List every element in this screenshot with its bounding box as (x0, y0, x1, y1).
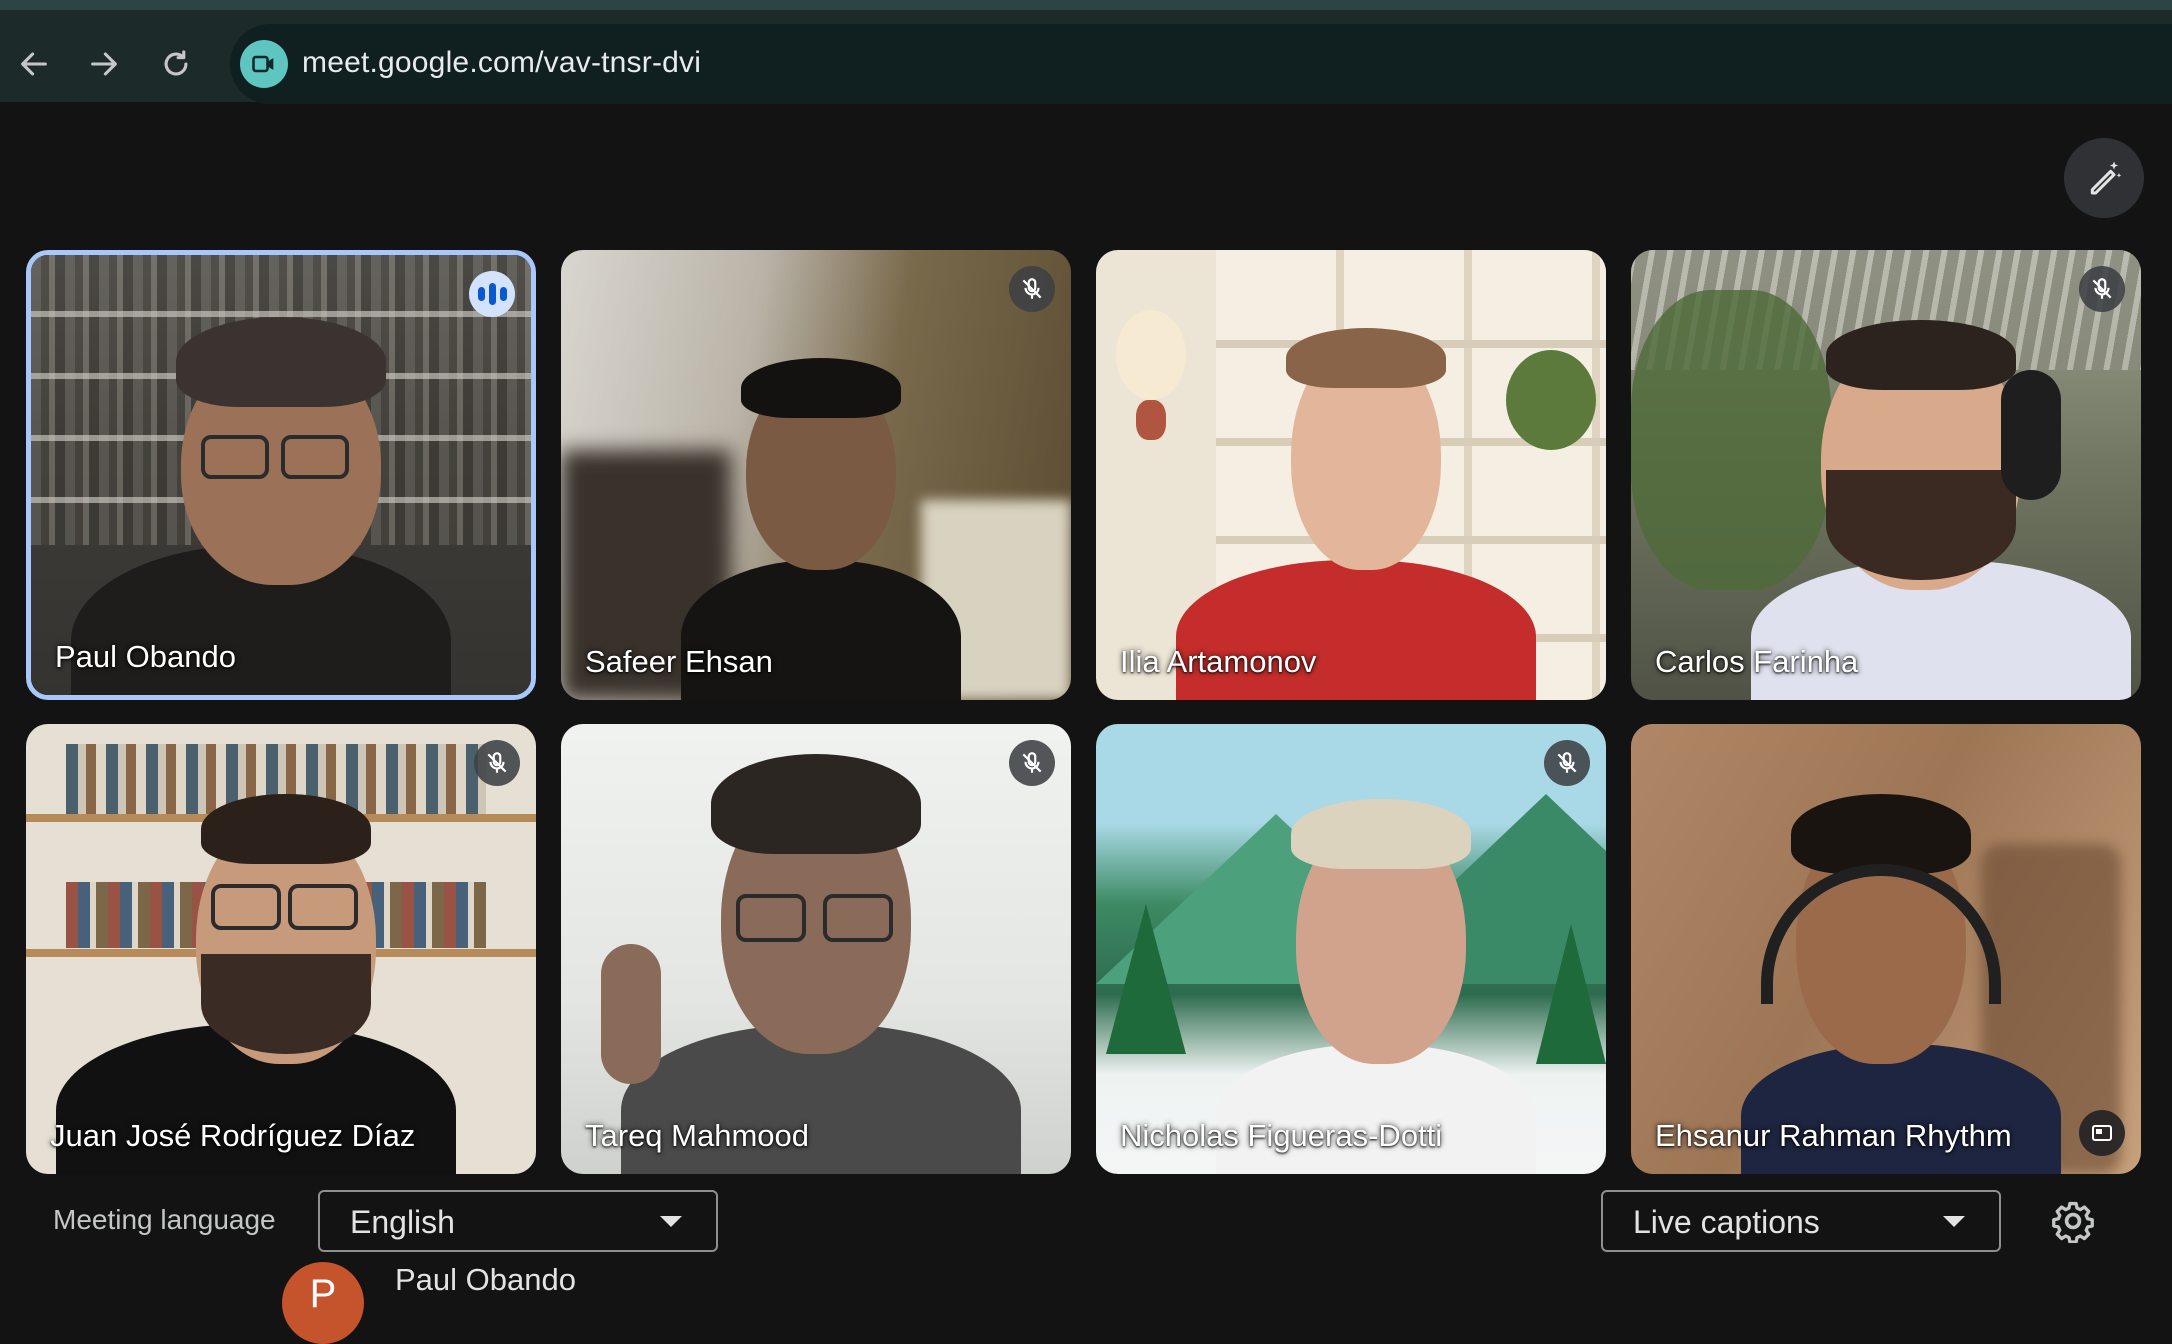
arrow-right-icon (91, 52, 117, 76)
gear-icon (2052, 1201, 2094, 1243)
avatar: P (282, 1262, 364, 1344)
forward-button[interactable] (80, 40, 128, 88)
participant-tile[interactable]: Paul Obando (26, 250, 536, 700)
participant-tile[interactable]: Juan José Rodríguez Díaz (26, 724, 536, 1174)
browser-toolbar: meet.google.com/vav-tnsr-dvi (0, 0, 2172, 104)
video-feed (1096, 250, 1606, 700)
muted-mic-icon (1009, 740, 1055, 786)
back-button[interactable] (10, 40, 58, 88)
participant-name: Ehsanur Rahman Rhythm (1655, 1118, 2012, 1153)
reload-icon (164, 50, 188, 76)
meet-camera-icon (252, 55, 274, 73)
caption-speaker-name: Paul Obando (395, 1262, 576, 1297)
meeting-language-value: English (350, 1204, 455, 1240)
muted-mic-icon (1544, 740, 1590, 786)
site-info-button[interactable] (240, 40, 288, 88)
participant-tile[interactable]: Safeer Ehsan (561, 250, 1071, 700)
participant-tile[interactable]: Carlos Farinha (1631, 250, 2141, 700)
participant-name: Carlos Farinha (1655, 644, 1859, 679)
participant-name: Juan José Rodríguez Díaz (50, 1118, 416, 1153)
pip-frame-icon[interactable] (2079, 1110, 2125, 1156)
meeting-language-label: Meeting language (53, 1204, 276, 1235)
participant-name: Ilia Artamonov (1120, 644, 1317, 679)
reload-button[interactable] (152, 40, 200, 88)
video-feed (1631, 250, 2141, 700)
video-feed (561, 724, 1071, 1174)
captions-mode-select[interactable]: Live captions (1601, 1190, 2001, 1252)
magic-pencil-icon (2090, 161, 2122, 195)
visual-effects-button[interactable] (2064, 138, 2144, 218)
participant-name: Nicholas Figueras-Dotti (1120, 1118, 1443, 1153)
captions-mode-value: Live captions (1633, 1204, 1820, 1240)
video-feed (26, 724, 536, 1174)
video-feed (31, 255, 531, 695)
caption-settings-button[interactable] (2048, 1196, 2098, 1246)
muted-mic-icon (2079, 266, 2125, 312)
participant-name: Paul Obando (55, 639, 236, 674)
participant-tile[interactable]: Tareq Mahmood (561, 724, 1071, 1174)
participant-name: Tareq Mahmood (585, 1118, 810, 1153)
arrow-left-icon (21, 52, 47, 76)
participant-name: Safeer Ehsan (585, 644, 773, 679)
participant-tile[interactable]: Ehsanur Rahman Rhythm (1631, 724, 2141, 1174)
participant-tile[interactable]: Nicholas Figueras-Dotti (1096, 724, 1606, 1174)
video-feed (1096, 724, 1606, 1174)
dropdown-arrow-icon (1943, 1216, 1965, 1227)
participant-tile[interactable]: Ilia Artamonov (1096, 250, 1606, 700)
address-bar[interactable]: meet.google.com/vav-tnsr-dvi (230, 24, 2172, 104)
video-feed (561, 250, 1071, 700)
video-feed (1631, 724, 2141, 1174)
muted-mic-icon (1009, 266, 1055, 312)
speaking-indicator-icon (469, 271, 515, 317)
dropdown-arrow-icon (660, 1216, 682, 1227)
url-text: meet.google.com/vav-tnsr-dvi (302, 46, 702, 79)
muted-mic-icon (474, 740, 520, 786)
meeting-language-select[interactable]: English (318, 1190, 718, 1252)
